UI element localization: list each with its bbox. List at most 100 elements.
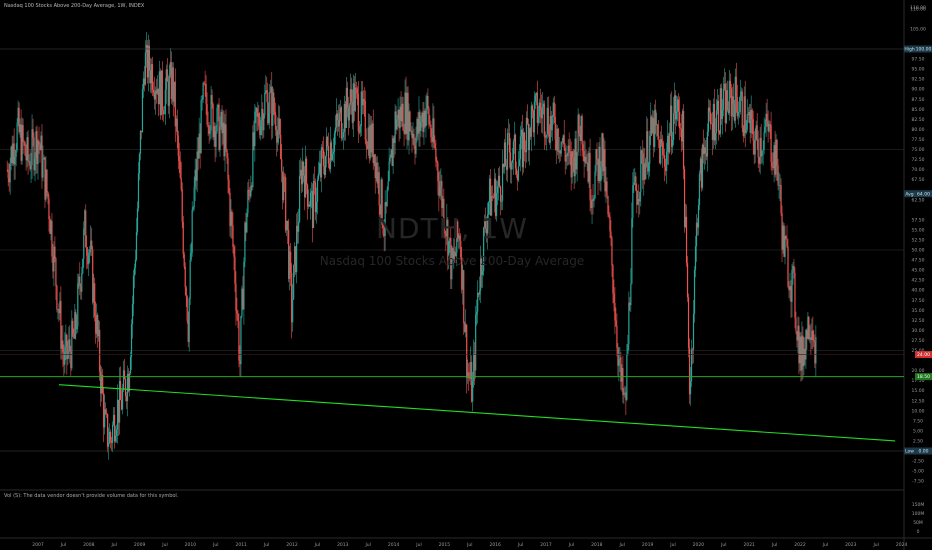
time-tick-label: Jul xyxy=(517,542,523,548)
volume-tick-label: 0 xyxy=(917,529,920,535)
time-axis[interactable]: 2007 Jul 2008 Jul 2009 Jul 2010 Jul 2011 Jul 2012 J… xyxy=(32,542,907,548)
time-tick-label: Jul xyxy=(669,542,675,548)
candle xyxy=(682,104,685,180)
time-tick-label: 2017 xyxy=(540,542,552,548)
price-tick-label: 82.50 xyxy=(912,117,925,123)
price-tick-label: 45.00 xyxy=(912,268,925,274)
price-tick-label: 67.50 xyxy=(912,177,925,183)
time-tick-label: Jul xyxy=(364,542,370,548)
time-tick-label: Jul xyxy=(872,542,878,548)
price-tick-label: 92.50 xyxy=(912,77,925,83)
price-tick-label: 52.50 xyxy=(912,237,925,243)
time-tick-label: Jul xyxy=(212,542,218,548)
volume-note: Vol (S): The data vendor doesn't provide… xyxy=(4,493,179,499)
time-tick-label: 2015 xyxy=(439,542,451,548)
candle xyxy=(578,113,580,137)
time-tick-label: 2010 xyxy=(185,542,197,548)
candle xyxy=(16,118,18,153)
candle xyxy=(340,105,342,142)
price-tick-label: 57.50 xyxy=(912,217,925,223)
candle xyxy=(200,95,202,154)
candle xyxy=(381,178,383,229)
time-tick-label: Jul xyxy=(466,542,472,548)
price-tick-label: 87.50 xyxy=(912,97,925,103)
badge-value: 24.00 xyxy=(917,352,930,358)
badge-value: 0.00 xyxy=(918,449,928,455)
price-tick-label: 32.50 xyxy=(912,318,925,324)
price-tick-label: 12.50 xyxy=(912,398,925,404)
time-tick-label: 2018 xyxy=(591,542,603,548)
price-tick-label: 72.50 xyxy=(912,157,925,163)
time-tick-label: Jul xyxy=(771,542,777,548)
badge-hline: 18.50 xyxy=(915,373,932,380)
price-tick-label: -7.50 xyxy=(912,479,924,485)
price-tick-label: 35.00 xyxy=(912,308,925,314)
time-tick-label: 2019 xyxy=(642,542,654,548)
time-tick-label: Jul xyxy=(314,542,320,548)
badge-last: 24.00 xyxy=(915,351,932,358)
candle xyxy=(56,284,58,313)
time-tick-label: Jul xyxy=(263,542,269,548)
price-tick-label: 55.00 xyxy=(912,227,925,233)
candle xyxy=(82,258,84,275)
price-tick-label: 62.50 xyxy=(912,197,925,203)
chart-title: Nasdaq 100 Stocks Above 200-Day Average,… xyxy=(4,3,145,9)
candle xyxy=(475,306,477,379)
time-tick-label: 2020 xyxy=(693,542,705,548)
candle xyxy=(808,316,810,341)
price-tick-label: 42.50 xyxy=(912,278,925,284)
time-tick-label: 2012 xyxy=(286,542,298,548)
candle xyxy=(645,157,647,180)
price-chart[interactable]: 110.00 105.00 100.00 97.50 95.00 92.50 90.00 87… xyxy=(0,0,932,550)
price-tick-label: 5.00 xyxy=(913,428,923,434)
price-tick-label: 75.00 xyxy=(912,147,925,153)
price-tick-label: 15.00 xyxy=(912,388,925,394)
candle xyxy=(324,155,327,178)
candle xyxy=(698,170,701,211)
time-tick-label: 2009 xyxy=(134,542,146,548)
time-tick-label: Jul xyxy=(568,542,574,548)
candle xyxy=(85,204,87,248)
candle xyxy=(741,88,743,133)
badge-tag: Avg xyxy=(905,191,913,197)
time-tick-label: Jul xyxy=(60,542,66,548)
badge-low: Low 0.00 xyxy=(904,447,932,455)
time-tick-label: 2008 xyxy=(83,542,95,548)
price-tick-label: 27.50 xyxy=(912,338,925,344)
candle xyxy=(94,277,96,322)
time-tick-label: 2023 xyxy=(845,542,857,548)
volume-tick-label: 150M xyxy=(912,502,925,508)
time-tick-label: 2011 xyxy=(235,542,247,548)
price-tick-label: -5.00 xyxy=(912,469,924,475)
price-tick-label: 85.00 xyxy=(912,107,925,113)
candle xyxy=(607,195,609,218)
candle xyxy=(238,313,240,368)
time-tick-label: Jul xyxy=(822,542,828,548)
badge-avg: Avg 64.00 xyxy=(904,190,932,197)
price-tick-label: 47.50 xyxy=(912,258,925,264)
candle xyxy=(182,216,184,259)
time-tick-label: 2014 xyxy=(388,542,400,548)
candle xyxy=(273,88,275,116)
badge-tag: High xyxy=(904,47,914,53)
price-tick-label: 2.50 xyxy=(913,438,923,444)
time-tick-label: 2024 xyxy=(896,542,908,548)
price-tick-label: 97.50 xyxy=(912,57,925,63)
price-tick-label: 90.00 xyxy=(912,87,925,93)
price-tick-label: 7.50 xyxy=(913,418,923,424)
price-tick-label: -2.50 xyxy=(912,459,924,465)
time-tick-label: Jul xyxy=(720,542,726,548)
candle xyxy=(409,110,411,132)
candle xyxy=(293,264,295,301)
price-tick-label: 30.00 xyxy=(912,328,925,334)
time-tick-label: 2022 xyxy=(794,542,806,548)
candle xyxy=(141,84,144,133)
time-tick-label: 2007 xyxy=(32,542,44,548)
badge-value: 18.50 xyxy=(917,374,930,380)
time-tick-label: 2016 xyxy=(489,542,501,548)
price-tick-label: 110.00 xyxy=(910,5,926,11)
time-tick-label: Jul xyxy=(618,542,624,548)
badge-high: High 100.00 xyxy=(904,45,932,53)
price-tick-label: 40.00 xyxy=(912,288,925,294)
price-tick-label: 70.00 xyxy=(912,167,925,173)
